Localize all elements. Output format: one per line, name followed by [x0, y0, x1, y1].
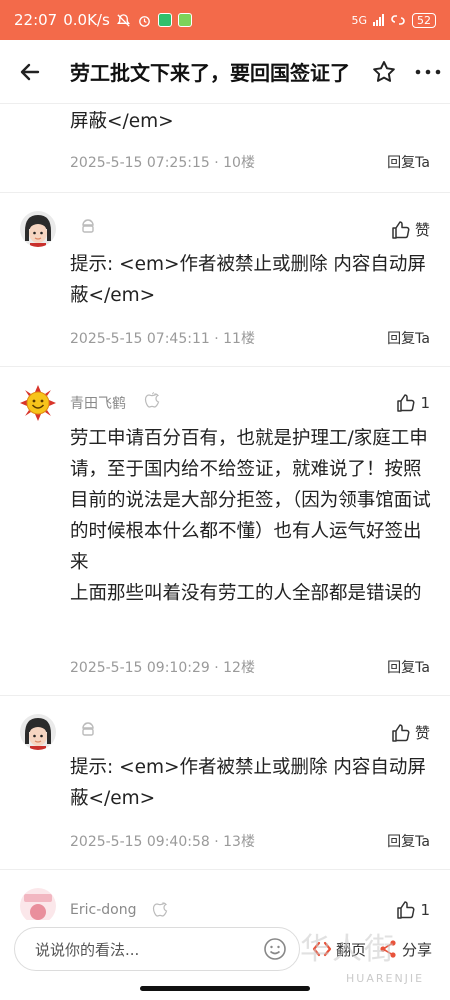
like-label: 赞 [414, 221, 430, 239]
shield-app-icon [157, 13, 172, 27]
wechat-app-icon [177, 13, 192, 27]
post-meta: 2025-5-15 07:45:11 · 11楼 [70, 331, 255, 347]
signal-icon [373, 14, 384, 26]
like-count: 1 [420, 901, 430, 919]
like-button[interactable]: 1 [396, 393, 430, 413]
reply-button[interactable]: 回复Ta [387, 831, 430, 851]
page-flip-icon [312, 941, 332, 957]
thumbs-up-icon [392, 220, 410, 239]
post-meta: 2025-5-15 09:10:29 · 12楼 [70, 660, 255, 676]
thumbs-up-icon [392, 723, 410, 742]
reply-list: 屏蔽</em> 2025-5-15 07:25:15 · 10楼 回复Ta 赞 … [0, 104, 450, 920]
post-body: 屏蔽</em> [70, 111, 174, 132]
like-label: 赞 [414, 724, 430, 742]
post-time: 2025-5-15 09:10:29 [70, 660, 210, 676]
post-body: 劳工申请百分百有，也就是护理工/家庭工申请，至于国内给不给签证，就难说了！按照目… [70, 428, 431, 604]
comment-placeholder: 说说你的看法... [35, 940, 140, 959]
page-button[interactable]: 翻页 [312, 939, 366, 960]
page-label: 翻页 [336, 940, 367, 959]
more-icon [415, 69, 441, 74]
post-floor: 12楼 [223, 660, 255, 676]
network-label: 5G [351, 13, 367, 27]
post-time: 2025-5-15 09:40:58 [70, 834, 210, 850]
avatar[interactable] [20, 385, 56, 421]
share-button[interactable]: 分享 [378, 939, 432, 960]
post-meta: 2025-5-15 09:40:58 · 13楼 [70, 834, 255, 850]
share-label: 分享 [402, 940, 433, 959]
more-button[interactable] [406, 40, 450, 104]
like-count: 1 [420, 394, 430, 412]
favorite-button[interactable] [362, 40, 406, 104]
status-time: 22:07 [14, 11, 58, 29]
star-icon [373, 60, 395, 82]
android-icon [80, 721, 96, 741]
post-floor: 11楼 [223, 331, 255, 347]
battery-icon: 52 [412, 12, 436, 28]
alarm-icon [138, 15, 150, 27]
like-button[interactable]: 赞 [391, 219, 430, 240]
post-body: 提示: <em>作者被禁止或删除 内容自动屏蔽</em> [70, 757, 426, 809]
status-speed: 0.0K/s [63, 11, 110, 29]
post-floor: 13楼 [223, 834, 255, 850]
user-avatar-icon [20, 888, 56, 920]
reply-button[interactable]: 回复Ta [387, 152, 430, 172]
avatar[interactable] [20, 714, 56, 750]
list-item: 青田飞鹤 1 劳工申请百分百有，也就是护理工/家庭工申请，至于国内给不给签证，就… [0, 367, 450, 696]
thumbs-up-icon [397, 901, 415, 919]
list-item: 赞 提示: <em>作者被禁止或删除 内容自动屏蔽</em> 2025-5-15… [0, 696, 450, 870]
emoji-icon[interactable] [263, 937, 287, 961]
like-button[interactable]: 1 [396, 900, 430, 920]
link-icon [391, 15, 405, 25]
username[interactable]: Eric-dong [70, 902, 136, 918]
comment-input[interactable]: 说说你的看法... [14, 927, 300, 971]
page-title: 劳工批文下来了，要回国签证了 [70, 61, 350, 85]
list-item: 屏蔽</em> 2025-5-15 07:25:15 · 10楼 回复Ta [0, 104, 450, 193]
apple-icon [144, 391, 160, 413]
home-indicator[interactable] [140, 986, 310, 991]
post-time: 2025-5-15 07:45:11 [70, 331, 210, 347]
thumbs-up-icon [397, 394, 415, 412]
back-arrow-icon [20, 63, 40, 80]
bottom-bar: 说说你的看法... 翻页 分享 [0, 920, 450, 978]
reply-button[interactable]: 回复Ta [387, 328, 430, 348]
user-avatar-icon [20, 714, 56, 750]
post-floor: 10楼 [223, 155, 255, 171]
share-icon [380, 940, 396, 958]
username[interactable]: 青田飞鹤 [70, 393, 126, 413]
status-bar: 22:07 0.0K/s 5G 52 [0, 0, 450, 40]
list-item: 赞 提示: <em>作者被禁止或删除 内容自动屏蔽</em> 2025-5-15… [0, 193, 450, 367]
mute-bell-icon [116, 13, 130, 27]
post-body: 提示: <em>作者被禁止或删除 内容自动屏蔽</em> [70, 254, 426, 306]
avatar[interactable] [20, 211, 56, 247]
reply-button[interactable]: 回复Ta [387, 657, 430, 677]
apple-icon [152, 900, 168, 920]
back-button[interactable] [0, 40, 60, 104]
list-item: Eric-dong 1 [0, 870, 450, 920]
android-icon [80, 218, 96, 238]
user-avatar-icon [20, 211, 56, 247]
post-time: 2025-5-15 07:25:15 [70, 155, 210, 171]
avatar[interactable] [20, 888, 56, 920]
like-button[interactable]: 赞 [391, 722, 430, 743]
post-meta: 2025-5-15 07:25:15 · 10楼 [70, 155, 255, 171]
sun-avatar-icon [20, 385, 56, 421]
top-bar: 劳工批文下来了，要回国签证了 [0, 40, 450, 104]
